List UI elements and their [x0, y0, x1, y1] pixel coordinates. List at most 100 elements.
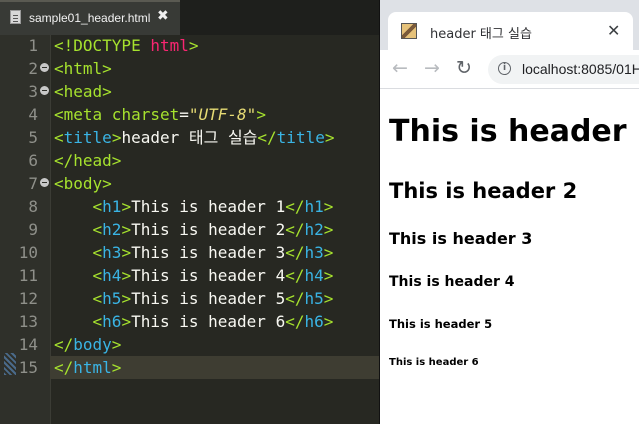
heading-text: This is header 1 [131, 197, 286, 216]
bracket: </ [285, 220, 305, 239]
info-icon[interactable]: i [498, 62, 511, 75]
bracket: > [111, 128, 122, 147]
bracket: < [54, 128, 64, 147]
line-number: 10 [18, 243, 38, 262]
tag-name: h1 [102, 197, 122, 216]
bracket: < [54, 59, 64, 78]
bracket: > [256, 105, 266, 124]
line-number: 8 [28, 197, 38, 216]
heading-5: This is header 5 [389, 317, 493, 331]
bracket: < [92, 197, 103, 216]
code-line: <h1>This is header 1</h1> [54, 195, 334, 218]
heading-text: This is header 6 [131, 312, 286, 331]
tag-name: h2 [102, 220, 122, 239]
heading-3: This is header 3 [389, 229, 533, 248]
bracket: </ [285, 266, 305, 285]
browser-tab-title: header 태그 실습 [430, 27, 532, 42]
code-line: <head> [54, 80, 112, 103]
tag-name: h3 [304, 243, 324, 262]
tag-name: h6 [304, 312, 324, 331]
url-text[interactable]: localhost:8085/01H [522, 61, 639, 77]
browser-toolbar: ← → ↻ i localhost:8085/01H [380, 50, 639, 89]
attribute-value: "UTF-8" [188, 105, 257, 124]
bracket: > [111, 151, 122, 170]
tag-name: meta [63, 105, 103, 124]
tag-name: head [73, 151, 112, 170]
code-line: <h5>This is header 5</h5> [54, 287, 334, 310]
bracket: > [323, 243, 334, 262]
code-line: <h4>This is header 4</h4> [54, 264, 334, 287]
tag-name: html [63, 59, 103, 78]
bracket: > [111, 358, 122, 377]
fold-toggle-icon[interactable] [40, 86, 49, 95]
bracket: < [92, 243, 103, 262]
tag-name: h1 [304, 197, 324, 216]
code-line: <!DOCTYPE html> [54, 34, 199, 57]
tag-name: body [73, 335, 112, 354]
code-editor[interactable]: sample01_header.html ✖ 1 2 3 4 5 6 7 8 9… [0, 0, 380, 424]
file-icon [10, 10, 21, 24]
bracket: > [121, 312, 132, 331]
reload-icon[interactable]: ↻ [456, 57, 472, 79]
bracket: > [121, 266, 132, 285]
line-number: 11 [18, 266, 38, 285]
code-line: <body> [54, 172, 112, 195]
code-line: <h3>This is header 3</h3> [54, 241, 334, 264]
line-number-gutter: 1 2 3 4 5 6 7 8 9 10 11 12 13 14 15 [0, 35, 51, 424]
forward-arrow-icon[interactable]: → [424, 57, 440, 79]
doctype-end: > [188, 36, 199, 55]
tag-name: h3 [102, 243, 122, 262]
bracket: > [323, 220, 334, 239]
bracket: < [54, 174, 64, 193]
page-viewport: This is header 1 This is header 2 This i… [380, 89, 639, 424]
attribute-name: charset [102, 105, 180, 124]
line-number: 6 [28, 151, 38, 170]
back-arrow-icon[interactable]: ← [392, 57, 408, 79]
bracket: > [102, 59, 112, 78]
bracket: > [121, 289, 132, 308]
bracket: > [323, 266, 334, 285]
bracket: > [323, 197, 334, 216]
fold-toggle-icon[interactable] [40, 178, 49, 187]
heading-text: This is header 5 [131, 289, 286, 308]
editor-tab-title: sample01_header.html [29, 11, 151, 25]
tag-name: title [63, 128, 112, 147]
bracket: </ [285, 289, 305, 308]
line-number: 7 [28, 174, 38, 193]
title-text: header 태그 실습 [121, 128, 258, 147]
favicon-icon [401, 23, 417, 39]
fold-toggle-icon[interactable] [40, 63, 49, 72]
browser-tab[interactable]: header 태그 실습 ✕ [388, 12, 633, 50]
bracket: > [323, 289, 334, 308]
bracket: < [92, 312, 103, 331]
tag-name: h5 [304, 289, 324, 308]
bracket: > [324, 128, 335, 147]
code-line: <title>header 태그 실습</title> [54, 126, 334, 149]
bracket: </ [54, 358, 74, 377]
tag-name: h6 [102, 312, 122, 331]
close-icon[interactable]: ✕ [607, 21, 620, 40]
heading-6: This is header 6 [389, 357, 479, 368]
tag-name: h2 [304, 220, 324, 239]
bracket: < [92, 266, 103, 285]
heading-4: This is header 4 [389, 274, 515, 290]
line-number: 12 [18, 289, 38, 308]
heading-text: This is header 3 [131, 243, 286, 262]
doctype-keyword: <!DOCTYPE [54, 36, 141, 55]
line-number: 9 [28, 220, 38, 239]
equals: = [179, 105, 189, 124]
bracket: </ [285, 312, 305, 331]
code-line: <html> [54, 57, 112, 80]
tag-name: body [63, 174, 103, 193]
address-bar[interactable]: i localhost:8085/01H [488, 55, 639, 84]
bracket: < [54, 82, 64, 101]
bracket: < [92, 220, 103, 239]
line-number: 4 [28, 105, 38, 124]
editor-tab[interactable]: sample01_header.html ✖ [0, 0, 180, 35]
heading-text: This is header 2 [131, 220, 286, 239]
bracket: > [121, 243, 132, 262]
close-icon[interactable]: ✖ [157, 8, 169, 24]
line-number: 13 [18, 312, 38, 331]
code-line: <meta charset="UTF-8"> [54, 103, 266, 126]
bracket: </ [54, 335, 74, 354]
